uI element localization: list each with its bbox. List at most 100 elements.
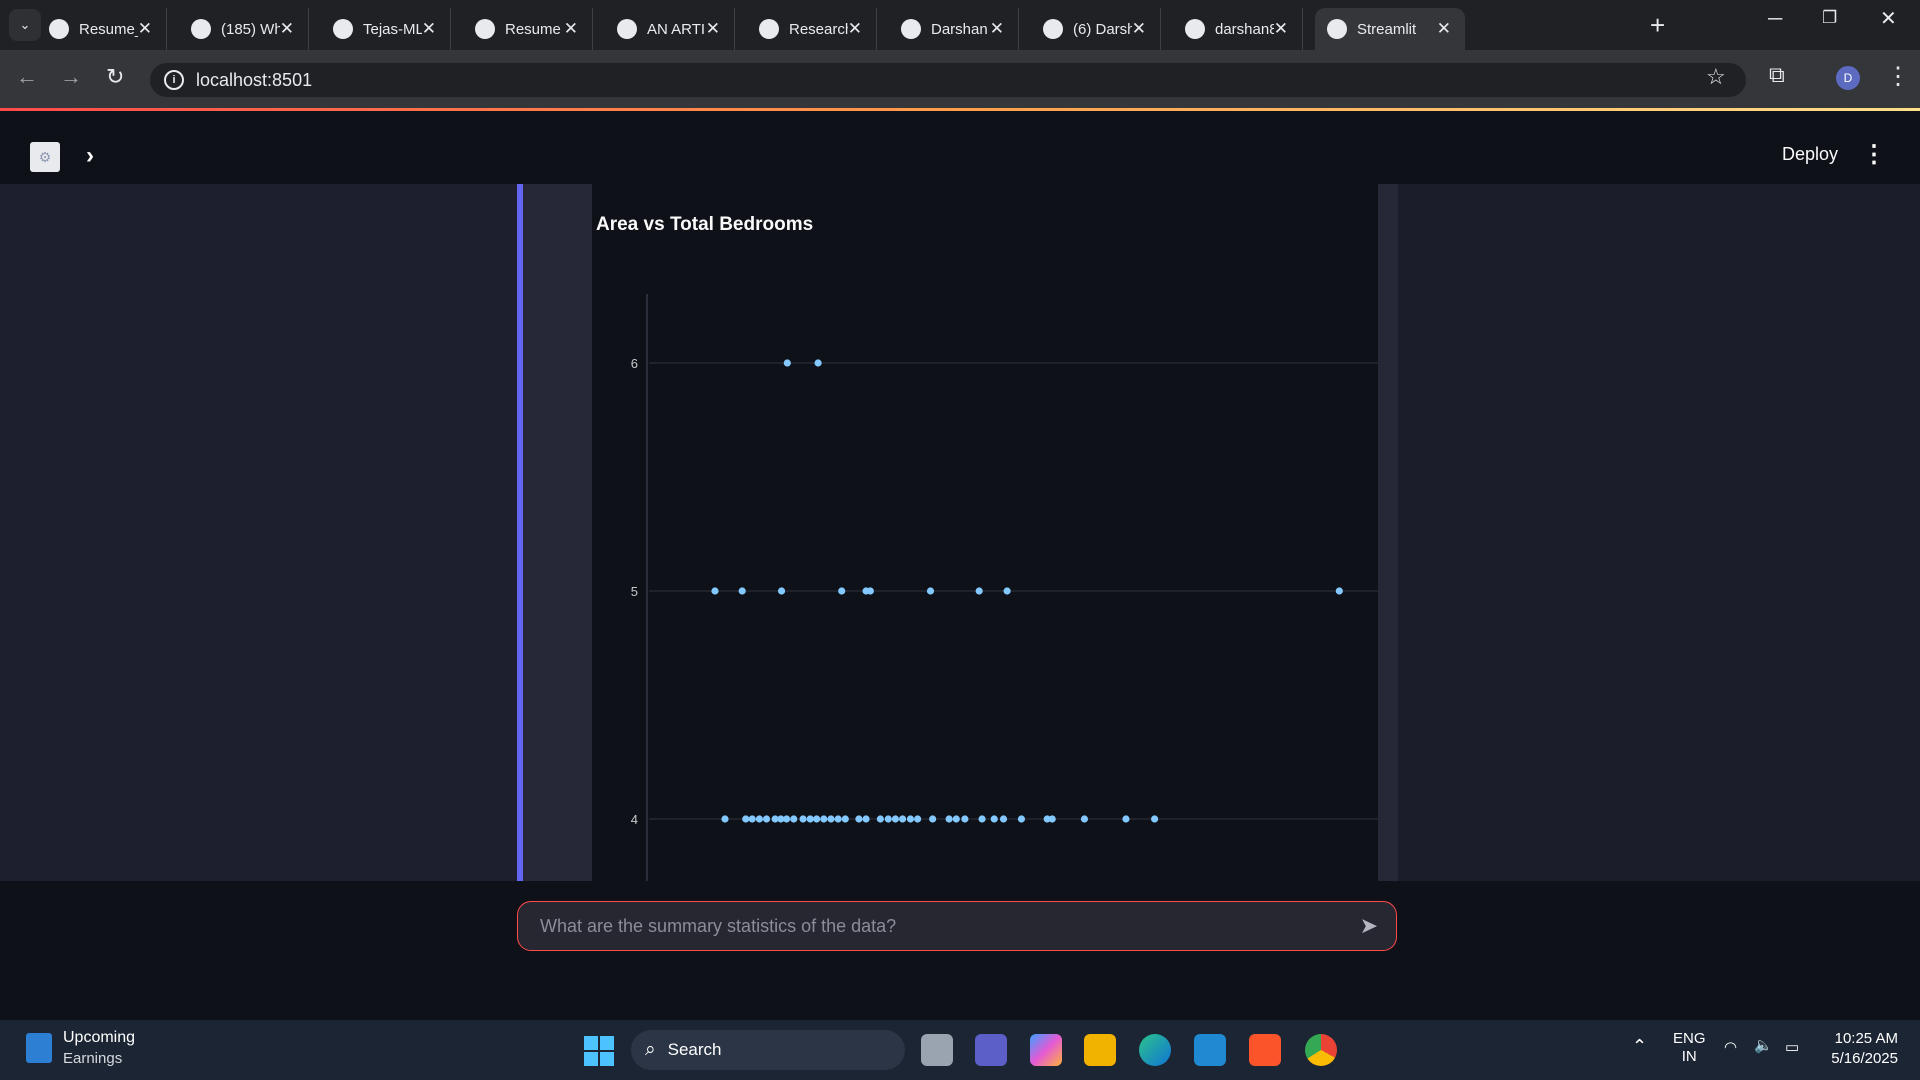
tab-title: Resume W bbox=[505, 20, 564, 38]
taskbar-search-label: Search bbox=[667, 1040, 722, 1059]
browser-tab-4[interactable]: Resume W✕ bbox=[463, 8, 593, 50]
scatter-point bbox=[975, 587, 983, 595]
browser-tab-strip: ⌄ Resume_N✕(185) What✕Tejas-ML-3✕Resume … bbox=[0, 0, 1920, 50]
browser-tab-2[interactable]: (185) What✕ bbox=[179, 8, 309, 50]
region-code: IN bbox=[1681, 1048, 1697, 1065]
streamlit-icon bbox=[1327, 19, 1347, 39]
profile-avatar[interactable]: D bbox=[1836, 66, 1860, 90]
close-tab-icon[interactable]: ✕ bbox=[138, 19, 152, 39]
vscode-icon[interactable] bbox=[1194, 1034, 1226, 1066]
browser-tab-5[interactable]: AN ARTIFIC✕ bbox=[605, 8, 735, 50]
close-tab-icon[interactable]: ✕ bbox=[706, 19, 720, 39]
language-indicator[interactable]: ENG IN bbox=[1673, 1030, 1706, 1066]
close-tab-icon[interactable]: ✕ bbox=[848, 19, 862, 39]
linkedin-icon bbox=[1043, 19, 1063, 39]
teams-icon[interactable] bbox=[975, 1034, 1007, 1066]
widget-subline[interactable]: Earnings bbox=[63, 1050, 122, 1067]
browser-tab-8[interactable]: (6) Darsha✕ bbox=[1031, 8, 1161, 50]
restore-icon[interactable]: ❐ bbox=[1822, 8, 1837, 28]
scatter-point bbox=[876, 815, 884, 823]
deploy-button[interactable]: Deploy bbox=[1782, 144, 1838, 165]
scatter-plot[interactable]: 4 5 6 bbox=[592, 184, 1378, 881]
tab-title: Darshan M bbox=[931, 20, 990, 38]
scatter-point bbox=[838, 587, 846, 595]
minimize-icon[interactable]: ─ bbox=[1768, 8, 1782, 31]
forward-icon[interactable]: → bbox=[60, 64, 82, 90]
scatter-point bbox=[806, 815, 814, 823]
app-main-menu-icon[interactable]: ⋮ bbox=[1862, 140, 1886, 169]
tab-title: ResearchG bbox=[789, 20, 848, 38]
expand-sidebar-icon[interactable]: › bbox=[86, 142, 94, 170]
chrome-icon[interactable] bbox=[1305, 1034, 1337, 1066]
browser-toolbar: ← → ↻ i localhost:8501 ☆ ⧉ bbox=[0, 50, 1920, 108]
y-tick-label: 6 bbox=[631, 356, 638, 371]
reload-icon[interactable]: ↻ bbox=[106, 64, 124, 90]
browser-tab-3[interactable]: Tejas-ML-3✕ bbox=[321, 8, 451, 50]
taskbar-search[interactable]: ⌕ Search bbox=[631, 1030, 905, 1070]
scatter-point bbox=[898, 815, 907, 823]
browser-tab-6[interactable]: ResearchG✕ bbox=[747, 8, 877, 50]
browser-tab-7[interactable]: Darshan M✕ bbox=[889, 8, 1019, 50]
scatter-point bbox=[884, 815, 892, 823]
brave-icon[interactable] bbox=[1249, 1034, 1281, 1066]
close-tab-icon[interactable]: ✕ bbox=[1274, 19, 1288, 39]
app-logo-icon: ⚙ bbox=[30, 142, 60, 172]
file-explorer-icon[interactable] bbox=[1084, 1034, 1116, 1066]
system-clock[interactable]: 10:25 AM 5/16/2025 bbox=[1828, 1029, 1898, 1069]
browser-menu-icon[interactable]: ⋮ bbox=[1886, 62, 1910, 91]
y-tick-label: 4 bbox=[631, 812, 638, 827]
researchgate-icon bbox=[759, 19, 779, 39]
tab-title: Streamlit bbox=[1357, 20, 1417, 38]
chat-message-container bbox=[523, 184, 593, 881]
start-button[interactable] bbox=[584, 1036, 614, 1066]
clock-time: 10:25 AM bbox=[1834, 1030, 1898, 1047]
browser-tab-1[interactable]: Resume_N✕ bbox=[37, 8, 167, 50]
close-tab-icon[interactable]: ✕ bbox=[990, 19, 1004, 39]
close-tab-icon[interactable]: ✕ bbox=[1132, 19, 1146, 39]
back-icon[interactable]: ← bbox=[16, 64, 38, 90]
close-tab-icon[interactable]: ✕ bbox=[564, 19, 578, 39]
widgets-icon[interactable] bbox=[26, 1033, 52, 1063]
scatter-point bbox=[834, 815, 842, 823]
scatter-point bbox=[711, 587, 719, 595]
bookmark-star-icon[interactable]: ☆ bbox=[1706, 64, 1726, 90]
tab-title: darshan88 bbox=[1215, 20, 1274, 38]
scatter-point bbox=[721, 815, 729, 823]
widget-headline[interactable]: Upcoming bbox=[63, 1029, 135, 1047]
site-info-icon[interactable]: i bbox=[164, 70, 184, 90]
chat-input-box[interactable]: ➤ bbox=[517, 901, 1397, 951]
scatter-point bbox=[813, 815, 821, 823]
task-view-icon[interactable] bbox=[921, 1034, 953, 1066]
close-tab-icon[interactable]: ✕ bbox=[422, 19, 436, 39]
copilot-icon[interactable] bbox=[1030, 1034, 1062, 1066]
volume-icon[interactable]: 🔈 bbox=[1754, 1036, 1773, 1054]
edge-icon[interactable] bbox=[1139, 1034, 1171, 1066]
extensions-icon[interactable]: ⧉ bbox=[1769, 62, 1785, 88]
scatter-point bbox=[952, 815, 960, 823]
clock-date: 5/16/2025 bbox=[1831, 1050, 1898, 1067]
scatter-point bbox=[978, 815, 986, 823]
scatter-point bbox=[782, 815, 791, 823]
scatter-point bbox=[866, 587, 874, 595]
address-bar[interactable]: i localhost:8501 bbox=[150, 63, 1746, 97]
scatter-point bbox=[990, 815, 998, 823]
scatter-point bbox=[820, 815, 828, 823]
scatter-point bbox=[1017, 815, 1026, 823]
browser-tab-10[interactable]: Streamlit ✕ bbox=[1315, 8, 1465, 50]
overleaf-icon bbox=[333, 19, 353, 39]
close-tab-icon[interactable]: ✕ bbox=[280, 19, 294, 39]
close-tab-icon[interactable]: ✕ bbox=[1437, 19, 1451, 39]
scatter-point bbox=[891, 815, 900, 823]
scatter-point bbox=[742, 815, 750, 823]
close-window-icon[interactable]: ✕ bbox=[1880, 6, 1897, 31]
show-hidden-icons-icon[interactable]: ⌃ bbox=[1632, 1036, 1647, 1057]
chat-input-field[interactable] bbox=[538, 914, 1360, 938]
wifi-icon[interactable]: ◠ bbox=[1724, 1038, 1737, 1056]
battery-icon[interactable]: ▭ bbox=[1785, 1038, 1799, 1056]
send-icon[interactable]: ➤ bbox=[1360, 913, 1378, 939]
browser-tab-9[interactable]: darshan88✕ bbox=[1173, 8, 1303, 50]
new-tab-button[interactable]: + bbox=[1650, 10, 1665, 41]
scatter-point bbox=[945, 815, 953, 823]
chart-scroll-strip[interactable] bbox=[1378, 184, 1398, 881]
overleaf-icon bbox=[49, 19, 69, 39]
